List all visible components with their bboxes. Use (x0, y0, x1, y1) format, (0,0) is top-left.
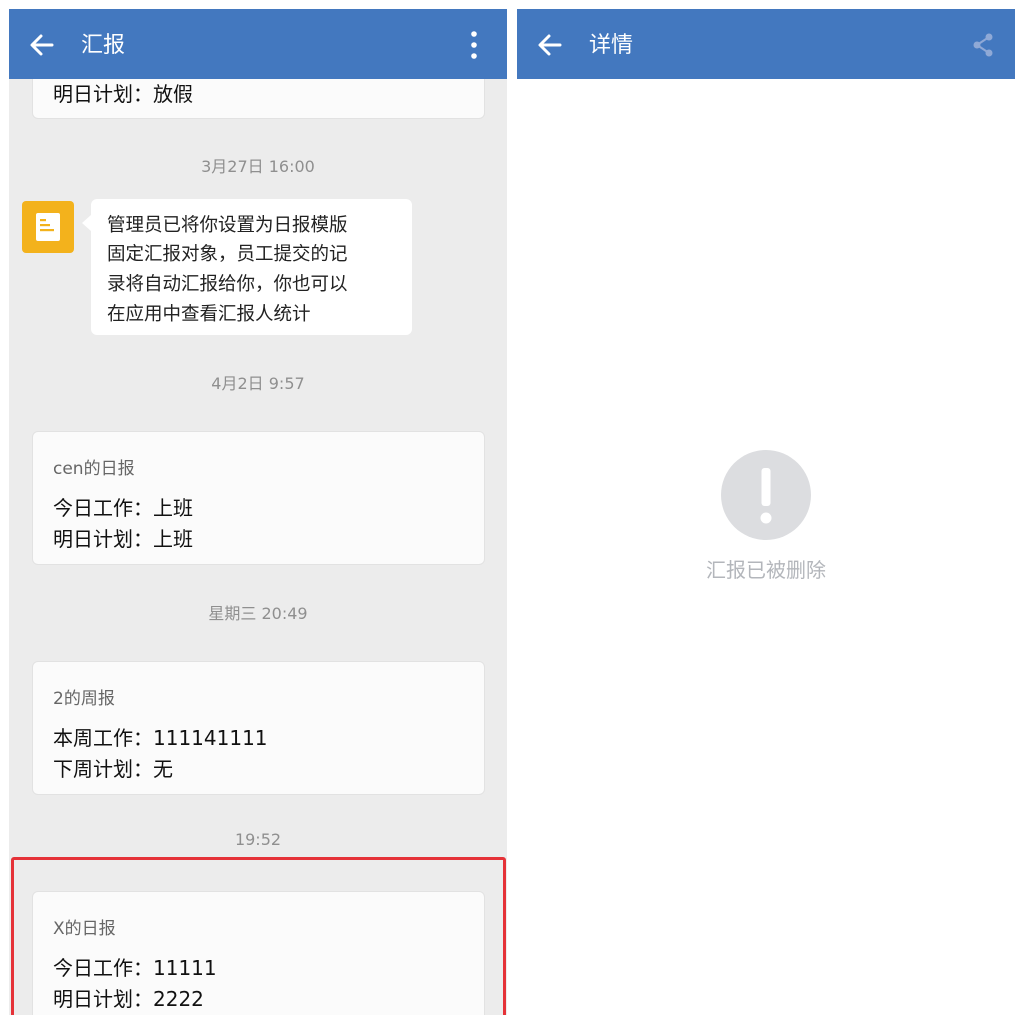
timestamp: 4月2日 9:57 (211, 374, 305, 393)
share-icon[interactable] (969, 31, 997, 59)
highlight-box (11, 857, 506, 1015)
more-options-icon[interactable] (459, 29, 489, 61)
message-line: 录将自动汇报给你，你也可以 (107, 274, 348, 295)
report-card[interactable]: cen的日报 今日工作：上班 明日计划：上班 (32, 431, 485, 565)
page-title: 详情 (589, 33, 634, 58)
report-line: 本周工作：111141111 (53, 726, 268, 750)
system-message-bubble: 管理员已将你设置为日报模版 固定汇报对象，员工提交的记 录将自动汇报给你，你也可… (82, 199, 412, 335)
timestamp: 3月27日 16:00 (201, 157, 315, 176)
timestamp: 星期三 20:49 (208, 604, 308, 623)
empty-state-message: 汇报已被删除 (706, 558, 826, 582)
report-title: 2的周报 (53, 689, 115, 709)
back-arrow-icon[interactable] (27, 30, 57, 60)
report-card[interactable]: 2的周报 本周工作：111141111 下周计划：无 (32, 661, 485, 795)
message-line: 在应用中查看汇报人统计 (107, 304, 311, 325)
document-icon (22, 201, 74, 253)
back-arrow-icon[interactable] (535, 30, 565, 60)
message-line: 固定汇报对象，员工提交的记 (107, 244, 348, 265)
message-line: 管理员已将你设置为日报模版 (107, 215, 348, 236)
exclamation-icon (721, 450, 811, 540)
report-line: 明日计划：放假 (53, 82, 193, 106)
timestamp: 19:52 (234, 830, 282, 849)
report-list-screen: 汇报 明日计划：放假 3月27日 16:00 管理员已将你设置为日报模版 固定汇… (9, 9, 507, 1015)
report-detail-screen: 详情 汇报已被删除 (517, 9, 1015, 1015)
report-line: 下周计划：无 (53, 757, 173, 781)
report-line: 明日计划：上班 (53, 527, 193, 551)
report-title: cen的日报 (53, 459, 135, 479)
report-line: 今日工作：上班 (53, 496, 193, 520)
app-bar: 详情 (517, 9, 1015, 79)
app-bar: 汇报 (9, 9, 507, 79)
page-title: 汇报 (81, 33, 126, 58)
